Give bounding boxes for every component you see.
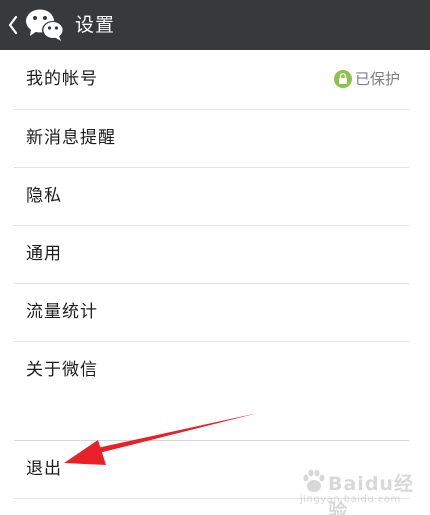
menu-item-label: 隐私 — [26, 186, 62, 206]
back-button[interactable] — [0, 0, 72, 50]
chevron-left-icon — [8, 15, 18, 35]
menu-item-label: 新消息提醒 — [26, 128, 116, 148]
account-protected-status: 已保护 — [333, 69, 400, 89]
settings-screen: 设置 我的帐号 已保护 新消息提醒 隐私 通用 流量统计 关于微信 退出 Bai… — [0, 0, 430, 515]
menu-item-data-usage[interactable]: 流量统计 — [0, 283, 430, 341]
menu-item-general[interactable]: 通用 — [0, 225, 430, 283]
paw-logo-icon — [303, 469, 325, 492]
page-title: 设置 — [75, 14, 116, 36]
watermark-text: Baidu经验 — [328, 473, 414, 515]
menu-item-label: 关于微信 — [26, 360, 98, 380]
menu-item-privacy[interactable]: 隐私 — [0, 167, 430, 225]
lock-icon — [333, 70, 352, 88]
title-bar: 设置 — [0, 0, 430, 50]
menu-item-label: 我的帐号 — [26, 69, 98, 89]
wechat-logo-icon — [26, 9, 64, 41]
menu-item-label: 通用 — [26, 244, 62, 264]
menu-item-my-account[interactable]: 我的帐号 已保护 — [0, 50, 430, 108]
watermark-url: jingyan.baidu.com — [300, 494, 401, 505]
status-badge: 已保护 — [354, 70, 400, 88]
menu-item-new-message-alerts[interactable]: 新消息提醒 — [0, 109, 430, 167]
logout-label: 退出 — [26, 459, 62, 479]
menu-item-label: 流量统计 — [26, 302, 98, 322]
menu-item-about-wechat[interactable]: 关于微信 — [0, 341, 430, 399]
watermark: Baidu经验 jingyan.baidu.com — [300, 467, 422, 515]
